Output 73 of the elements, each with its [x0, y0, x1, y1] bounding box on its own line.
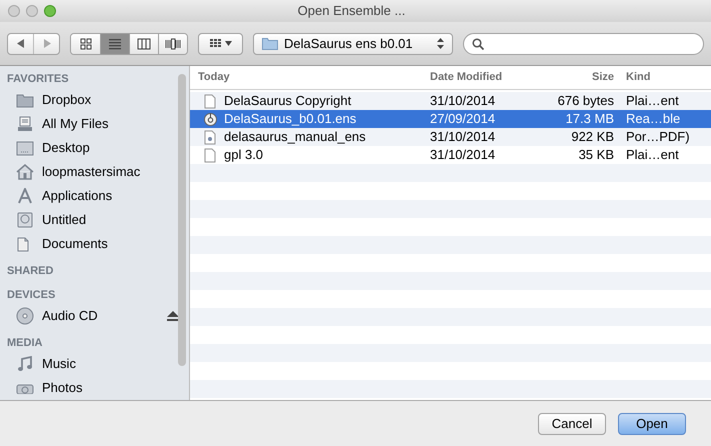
- column-header[interactable]: Today: [190, 69, 430, 86]
- coverflow-icon: [165, 38, 181, 50]
- column-header[interactable]: Kind: [614, 69, 650, 86]
- view-mode-button[interactable]: [71, 34, 100, 54]
- sidebar-section-header: MEDIA: [6, 336, 44, 351]
- folder-icon: [262, 37, 278, 50]
- sidebar-item[interactable]: Documents: [0, 232, 189, 256]
- search-field[interactable]: [463, 32, 704, 54]
- view-mode-button[interactable]: [129, 34, 158, 54]
- sidebar-item[interactable]: Applications: [0, 184, 189, 208]
- music-note-icon: [17, 356, 33, 372]
- file-name: delasaurus_manual_ens: [223, 128, 367, 146]
- file-name: DelaSaurus Copyright: [223, 92, 352, 110]
- cancel-button[interactable]: Cancel: [538, 412, 606, 434]
- location-popup[interactable]: DelaSaurus ens b0.01: [253, 32, 453, 54]
- sidebar-item[interactable]: Untitled: [0, 208, 189, 232]
- sidebar-section-header: SHARED: [6, 264, 54, 279]
- column-header[interactable]: Date Modified: [430, 69, 530, 86]
- gear-circle-icon: [202, 112, 218, 126]
- sidebar-item[interactable]: All My Files: [0, 112, 189, 136]
- house-icon: [16, 164, 34, 180]
- sidebar-section-header: FAVORITES: [6, 72, 70, 87]
- list-icon: [108, 38, 122, 50]
- file-row[interactable]: DelaSaurus_b0.01.ens 27/09/2014 17.3 MB Rea…ble: [190, 110, 711, 128]
- date-cell-text: 31/10/2014: [430, 92, 496, 110]
- forward-arrow-icon: [42, 39, 50, 48]
- date-cell-text: 31/10/2014: [430, 128, 496, 146]
- file-row[interactable]: DelaSaurus Copyright 31/10/2014 676 bytes Plai…ent: [190, 92, 711, 110]
- window-title: Open Ensemble ...: [296, 2, 406, 20]
- column-header[interactable]: Size: [530, 69, 614, 86]
- file-row[interactable]: delasaurus_manual_ens 31/10/2014 922 KB Por…PDF): [190, 128, 711, 146]
- kind-cell-text: Por…PDF): [625, 128, 690, 146]
- size-cell-text: 17.3 MB: [564, 110, 614, 128]
- kind-cell-text: Plai…ent: [625, 146, 679, 164]
- arrange-button[interactable]: [198, 32, 243, 54]
- compass-a-icon: [16, 188, 34, 204]
- sidebar-item[interactable]: Dropbox: [0, 88, 189, 112]
- sidebar-item[interactable]: Music: [0, 352, 189, 376]
- sidebar-item[interactable]: Desktop: [0, 136, 189, 160]
- kind-cell-text: Plai…ent: [625, 92, 679, 110]
- camera-icon: [16, 382, 34, 394]
- folder-icon: [16, 92, 34, 108]
- grid-icon: [80, 38, 92, 50]
- sidebar-section-header: DEVICES: [6, 288, 56, 303]
- file-name: gpl 3.0: [223, 146, 264, 164]
- file-stack-icon: [17, 116, 33, 132]
- scrollbar[interactable]: [178, 74, 186, 366]
- caret-icon: [224, 41, 232, 46]
- disc-icon: [16, 307, 34, 325]
- document-icon: [204, 148, 216, 162]
- view-mode-button[interactable]: [158, 34, 187, 54]
- zoom-button[interactable]: [44, 5, 56, 17]
- sidebar-item[interactable]: loopmastersimac: [0, 160, 189, 184]
- kind-cell-text: Rea…ble: [625, 110, 680, 128]
- open-button[interactable]: Open: [618, 412, 686, 434]
- arrange-grid-icon: [210, 39, 220, 48]
- size-cell-text: 676 bytes: [556, 92, 614, 110]
- back-forward-control[interactable]: [7, 32, 60, 54]
- file-name: DelaSaurus_b0.01.ens: [223, 110, 358, 128]
- search-icon: [472, 38, 484, 50]
- desktop-icon: [16, 140, 34, 156]
- pdf-document-icon: [204, 130, 216, 144]
- date-cell-text: 27/09/2014: [430, 110, 496, 128]
- size-cell-text: 35 KB: [578, 146, 614, 164]
- document-icon: [204, 94, 216, 108]
- eject-icon[interactable]: [167, 311, 179, 321]
- size-cell-text: 922 KB: [570, 128, 614, 146]
- updown-caret-icon: [437, 38, 444, 49]
- back-arrow-icon: [16, 39, 24, 48]
- sidebar-item[interactable]: Photos: [0, 376, 189, 400]
- sidebar-item[interactable]: Audio CD: [0, 304, 189, 328]
- date-cell-text: 31/10/2014: [430, 146, 496, 164]
- columns-icon: [137, 38, 151, 50]
